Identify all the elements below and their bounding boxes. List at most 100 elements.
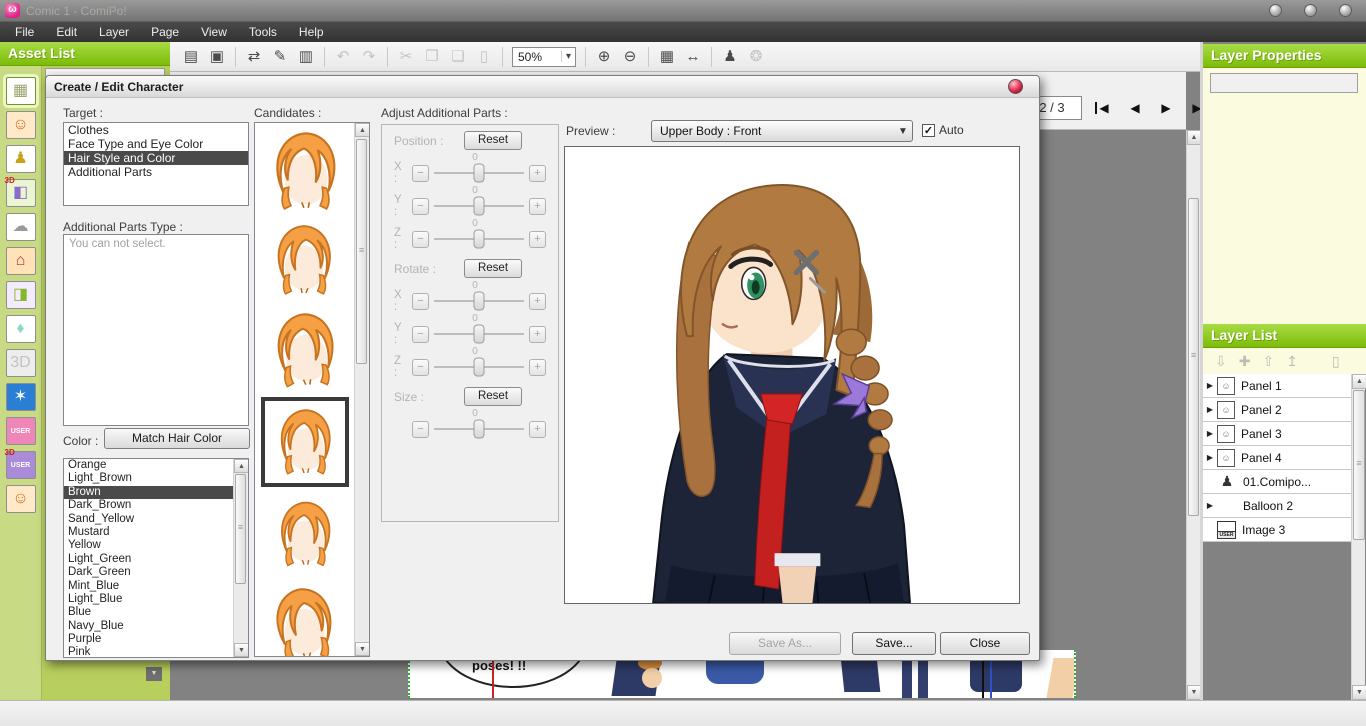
slider-thumb[interactable]: [474, 358, 485, 377]
target-item[interactable]: Additional Parts: [64, 165, 248, 179]
slider-thumb[interactable]: [474, 420, 485, 439]
decrease-button[interactable]: −: [412, 165, 429, 182]
layer-row[interactable]: ▶Balloon 2: [1203, 494, 1351, 518]
slider[interactable]: [434, 300, 524, 302]
scroll-thumb[interactable]: [235, 474, 246, 584]
slider-thumb[interactable]: [474, 197, 485, 216]
menu-edit[interactable]: Edit: [45, 23, 88, 41]
reset-button[interactable]: Reset: [464, 387, 522, 406]
color-item[interactable]: Light_Green: [64, 553, 233, 566]
increase-button[interactable]: +: [529, 231, 546, 248]
color-item[interactable]: Navy_Blue: [64, 620, 233, 633]
user-3d-asset-icon[interactable]: USER3D: [6, 451, 36, 479]
scroll-down-icon[interactable]: ▼: [355, 642, 370, 656]
save-icon[interactable]: ▣: [205, 46, 229, 68]
maximize-button[interactable]: [1304, 4, 1317, 17]
reset-button[interactable]: Reset: [464, 131, 522, 150]
increase-button[interactable]: +: [529, 198, 546, 215]
scroll-thumb[interactable]: [1188, 198, 1199, 516]
print-icon[interactable]: ▤: [179, 46, 203, 68]
layer-row[interactable]: ▶☺Panel 1: [1203, 374, 1351, 398]
close-button[interactable]: Close: [940, 632, 1030, 655]
color-item[interactable]: Pink: [64, 646, 233, 657]
layer-row[interactable]: ▶☺Panel 2: [1203, 398, 1351, 422]
color-item[interactable]: Light_Brown: [64, 472, 233, 485]
expand-icon[interactable]: ▶: [1203, 405, 1217, 414]
layer-row[interactable]: ▶☺Panel 3: [1203, 422, 1351, 446]
color-item[interactable]: Yellow: [64, 539, 233, 552]
character-body-asset-icon[interactable]: ♟: [6, 145, 36, 173]
move-up-icon[interactable]: ⇧: [1262, 353, 1274, 370]
expand-icon[interactable]: ▶: [1203, 429, 1217, 438]
scroll-down-icon[interactable]: ▼: [1352, 685, 1366, 700]
user-character-asset-icon[interactable]: USER: [6, 417, 36, 445]
move-down-icon[interactable]: ⇩: [1215, 353, 1227, 370]
scroll-up-icon[interactable]: ▲: [1352, 374, 1366, 389]
hair-candidate[interactable]: [261, 491, 349, 577]
color-item[interactable]: Mustard: [64, 526, 233, 539]
color-item[interactable]: Mint_Blue: [64, 580, 233, 593]
decrease-button[interactable]: −: [412, 198, 429, 215]
export-icon[interactable]: ⇄: [242, 46, 266, 68]
increase-button[interactable]: +: [529, 359, 546, 376]
zoom-level-select[interactable]: 50%▾: [512, 47, 576, 67]
scroll-down-icon[interactable]: ▼: [1187, 685, 1201, 700]
fit-width-icon[interactable]: ↔: [681, 46, 705, 68]
background-asset-icon[interactable]: ⌂: [6, 247, 36, 275]
decrease-button[interactable]: −: [412, 326, 429, 343]
candidates-scrollbar[interactable]: ▲ ▼: [354, 123, 369, 656]
menu-help[interactable]: Help: [288, 23, 335, 41]
expand-icon[interactable]: ▶: [1203, 381, 1217, 390]
minimize-button[interactable]: [1269, 4, 1282, 17]
color-item[interactable]: Dark_Brown: [64, 499, 233, 512]
color-list[interactable]: OrangeLight_BrownBrownDark_BrownSand_Yel…: [64, 459, 233, 657]
decrease-button[interactable]: −: [412, 231, 429, 248]
dialog-close-button[interactable]: [1008, 79, 1023, 94]
slider[interactable]: [434, 238, 524, 240]
slider[interactable]: [434, 205, 524, 207]
color-item[interactable]: Orange: [64, 459, 233, 472]
slider[interactable]: [434, 366, 524, 368]
fit-page-icon[interactable]: ▦: [655, 46, 679, 68]
target-item[interactable]: Face Type and Eye Color: [64, 137, 248, 151]
user-image-asset-icon[interactable]: ☺: [6, 485, 36, 513]
match-hair-color-button[interactable]: Match Hair Color: [104, 428, 250, 449]
menu-file[interactable]: File: [4, 23, 45, 41]
preview-view-select[interactable]: Upper Body : Front ▼: [651, 120, 913, 142]
effect-asset-icon[interactable]: ♦: [6, 315, 36, 343]
expand-icon[interactable]: ▶: [1203, 501, 1217, 510]
color-list-scrollbar[interactable]: ▲ ▼: [233, 459, 248, 657]
character-pose-icon[interactable]: ♟: [718, 46, 742, 68]
scroll-up-icon[interactable]: ▲: [355, 123, 370, 137]
color-item[interactable]: Light_Blue: [64, 593, 233, 606]
scroll-up-icon[interactable]: ▲: [234, 459, 249, 473]
character-3d-asset-icon[interactable]: ◧3D: [6, 179, 36, 207]
character-face-asset-icon[interactable]: ☺: [6, 111, 36, 139]
menu-tools[interactable]: Tools: [238, 23, 288, 41]
color-item[interactable]: Brown: [64, 486, 233, 499]
hair-candidate[interactable]: [261, 307, 349, 393]
canvas-vertical-scrollbar[interactable]: ▲ ▼: [1186, 130, 1200, 700]
image-asset-icon[interactable]: ✶: [6, 383, 36, 411]
balloon-asset-icon[interactable]: ☁: [6, 213, 36, 241]
slider[interactable]: [434, 428, 524, 430]
decrease-button[interactable]: −: [412, 359, 429, 376]
slider[interactable]: [434, 172, 524, 174]
first-page-button[interactable]: ◀: [1092, 98, 1116, 118]
auto-checkbox[interactable]: ✓ Auto: [922, 123, 964, 137]
color-item[interactable]: Purple: [64, 633, 233, 646]
layer-list-scrollbar[interactable]: ▲ ▼: [1351, 374, 1365, 700]
expand-icon[interactable]: ▶: [1203, 453, 1217, 462]
slider-thumb[interactable]: [474, 325, 485, 344]
increase-button[interactable]: +: [529, 421, 546, 438]
next-page-button[interactable]: ▶: [1154, 98, 1178, 118]
target-item[interactable]: Clothes: [64, 123, 248, 137]
increase-button[interactable]: +: [529, 326, 546, 343]
increase-button[interactable]: +: [529, 165, 546, 182]
layer-row[interactable]: ▶☺Panel 4: [1203, 446, 1351, 470]
slider-thumb[interactable]: [474, 292, 485, 311]
decrease-button[interactable]: −: [412, 421, 429, 438]
prev-page-button[interactable]: ◀: [1123, 98, 1147, 118]
scroll-down-icon[interactable]: ▼: [234, 643, 249, 657]
slider-thumb[interactable]: [474, 164, 485, 183]
